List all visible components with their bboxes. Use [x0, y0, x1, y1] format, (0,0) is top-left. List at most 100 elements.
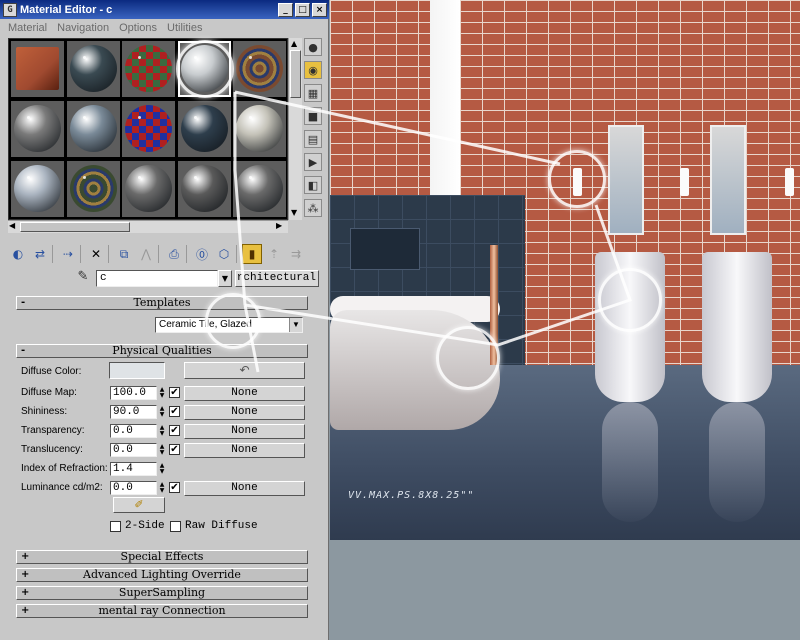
spinner-arrows-icon[interactable]: ▲ ▼	[158, 444, 166, 458]
go-forward-to-sibling-icon[interactable]: ⇉	[286, 244, 306, 264]
select-by-material-icon[interactable]: ⁂	[304, 199, 322, 217]
spinner-arrows-icon[interactable]: ▲ ▼	[158, 425, 166, 439]
sample-slot[interactable]	[11, 41, 64, 97]
video-color-check-icon[interactable]: ▤	[304, 130, 322, 148]
map-button[interactable]: None	[184, 443, 305, 458]
two-side-checkbox[interactable]	[110, 521, 121, 532]
slots-vertical-scrollbar[interactable]: ▲ ▼	[288, 38, 302, 220]
map-button[interactable]: None	[184, 386, 305, 401]
collapsed-rollout-header[interactable]: + Advanced Lighting Override	[16, 568, 308, 582]
templates-rollout-header[interactable]: - Templates	[16, 296, 308, 310]
chevron-down-icon[interactable]: ▼	[218, 269, 232, 287]
property-spinner[interactable]: 0.0	[110, 481, 157, 495]
make-unique-icon[interactable]: ⋀	[136, 244, 156, 264]
spinner-arrows-icon[interactable]: ▲ ▼	[158, 482, 166, 496]
menu-material[interactable]: Material	[8, 22, 47, 34]
map-enable-checkbox[interactable]: ✔	[169, 406, 180, 417]
sample-slot[interactable]	[11, 101, 64, 157]
sample-slot[interactable]	[66, 41, 120, 97]
spinner-arrows-icon[interactable]: ▲ ▼	[158, 406, 166, 420]
sample-slot[interactable]	[11, 161, 64, 217]
sample-slot[interactable]	[66, 101, 120, 157]
map-button[interactable]: None	[184, 424, 305, 439]
scroll-down-icon[interactable]: ▼	[291, 208, 297, 217]
put-to-library-icon[interactable]: ⎙	[164, 244, 184, 264]
property-spinner[interactable]: 90.0	[110, 405, 157, 419]
collapsed-rollout-header[interactable]: + Special Effects	[16, 550, 308, 564]
show-map-in-viewport-icon[interactable]: ⬡	[214, 244, 234, 264]
slots-horizontal-scrollbar[interactable]: ◀ ▶	[8, 220, 288, 233]
close-button[interactable]: ×	[312, 2, 327, 17]
property-label: Luminance cd/m2:	[21, 482, 103, 493]
scroll-right-icon[interactable]: ▶	[276, 221, 282, 230]
sample-slot[interactable]	[233, 101, 286, 157]
screen: VV.MAX.PS.8X8.25"" G Material Editor - c…	[0, 0, 800, 640]
material-type-button[interactable]: rchitectural	[235, 269, 319, 287]
sample-slot[interactable]	[122, 161, 175, 217]
map-button[interactable]: None	[184, 481, 305, 496]
collapsed-rollout-header[interactable]: + mental ray Connection	[16, 604, 308, 618]
sample-uv-tiling-icon[interactable]: ■	[304, 107, 322, 125]
callout-ring-template	[205, 293, 261, 349]
sample-type-icon[interactable]: ●	[304, 38, 322, 56]
menu-options[interactable]: Options	[119, 22, 157, 34]
callout-ring-sink	[598, 268, 662, 332]
property-spinner[interactable]: 0.0	[110, 424, 157, 438]
background-checker-icon[interactable]: ▦	[304, 84, 322, 102]
raw-diffuse-checkbox[interactable]	[170, 521, 181, 532]
chevron-down-icon[interactable]: ▼	[289, 318, 302, 332]
spinner-arrows-icon[interactable]: ▲ ▼	[158, 387, 166, 401]
property-spinner[interactable]: 1.4	[110, 462, 157, 476]
sample-slot[interactable]	[66, 161, 120, 217]
go-to-parent-icon[interactable]: ⇡	[264, 244, 284, 264]
physical-qualities-rollout-header[interactable]: - Physical Qualities	[16, 344, 308, 358]
collapsed-rollout-header[interactable]: + SuperSampling	[16, 586, 308, 600]
spinner-arrows-icon[interactable]: ▲ ▼	[158, 463, 166, 477]
title-bar[interactable]: G Material Editor - c _ □ ×	[0, 0, 329, 19]
app-icon[interactable]: G	[3, 2, 17, 17]
map-enable-checkbox[interactable]: ✔	[169, 425, 180, 436]
backlight-icon[interactable]: ◉	[304, 61, 322, 79]
make-copy-icon[interactable]: ⧉	[114, 244, 134, 264]
map-enable-checkbox[interactable]: ✔	[169, 444, 180, 455]
sample-slot[interactable]	[177, 101, 231, 157]
sample-cube	[16, 47, 59, 90]
map-button[interactable]: None	[184, 405, 305, 420]
wall-lamp	[785, 168, 794, 196]
undo-color-button[interactable]: ↶	[184, 362, 305, 379]
property-spinner[interactable]: 0.0	[110, 443, 157, 457]
property-spinner[interactable]: 100.0	[110, 386, 157, 400]
minimize-button[interactable]: _	[278, 2, 293, 17]
get-material-icon[interactable]: ◐	[8, 244, 28, 264]
menu-utilities[interactable]: Utilities	[167, 22, 202, 34]
sample-slot[interactable]	[122, 41, 175, 97]
sample-sphere	[125, 165, 172, 212]
sample-slot[interactable]	[233, 41, 286, 97]
toolbar-separator	[80, 245, 84, 263]
diffuse-color-swatch[interactable]	[109, 362, 165, 379]
options-icon[interactable]: ◧	[304, 176, 322, 194]
make-preview-icon[interactable]: ▶	[304, 153, 322, 171]
scroll-left-icon[interactable]: ◀	[9, 221, 15, 230]
raw-diffuse-label: Raw Diffuse	[185, 520, 258, 532]
put-to-scene-icon[interactable]: ⇄	[30, 244, 50, 264]
assign-to-selection-icon[interactable]: ⇢	[58, 244, 78, 264]
sample-slot[interactable]	[122, 101, 175, 157]
rollout-title: Physical Qualities	[112, 344, 212, 357]
material-effects-channel-icon[interactable]: ⓪	[192, 244, 212, 264]
scroll-up-icon[interactable]: ▲	[291, 39, 297, 48]
reset-map-icon[interactable]: ✕	[86, 244, 106, 264]
maximize-button[interactable]: □	[295, 2, 310, 17]
menu-navigation[interactable]: Navigation	[57, 22, 109, 34]
show-end-result-icon[interactable]: ▮	[242, 244, 262, 264]
set-luminance-from-light-button[interactable]: ✐	[113, 497, 165, 513]
rollout-title: Advanced Lighting Override	[83, 568, 241, 581]
eyedropper-icon[interactable]: ✎	[72, 269, 94, 287]
scroll-thumb[interactable]	[290, 50, 301, 98]
sample-slot[interactable]	[177, 161, 231, 217]
map-enable-checkbox[interactable]: ✔	[169, 482, 180, 493]
material-name-input[interactable]: c	[96, 269, 218, 287]
map-enable-checkbox[interactable]: ✔	[169, 387, 180, 398]
scroll-thumb[interactable]	[20, 222, 130, 232]
sample-slot[interactable]	[233, 161, 286, 217]
